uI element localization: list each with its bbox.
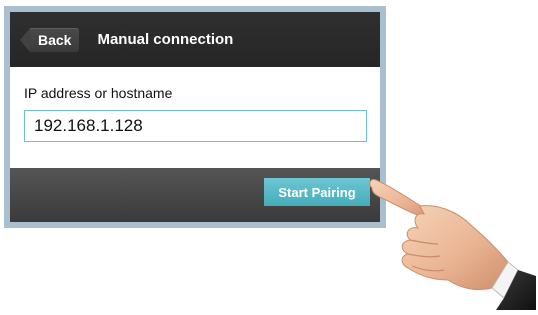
ip-field-label: IP address or hostname [24,85,173,101]
pointing-hand-icon [369,179,536,310]
footer-bar: Start Pairing [10,168,380,222]
header-bar: Back Manual connection [10,12,380,67]
app-screen: Back Manual connection IP address or hos… [10,12,380,222]
start-pairing-button[interactable]: Start Pairing [264,178,370,206]
page-title: Manual connection [97,31,234,48]
back-button[interactable]: Back [19,27,80,52]
device-frame: Back Manual connection IP address or hos… [4,6,386,228]
ip-address-input[interactable] [24,110,367,142]
